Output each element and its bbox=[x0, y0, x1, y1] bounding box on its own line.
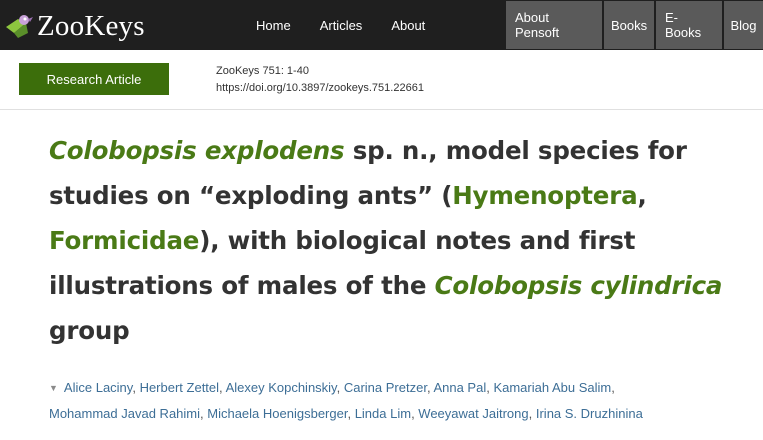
author-link[interactable]: Mohammad Javad Rahimi bbox=[49, 406, 200, 421]
title-family-link[interactable]: Formicidae bbox=[49, 226, 199, 255]
nav-ebooks-button[interactable]: E-Books bbox=[656, 1, 722, 49]
nav-about-pensoft-button[interactable]: About Pensoft bbox=[506, 1, 602, 49]
author-list: ▼ Alice Laciny, Herbert Zettel, Alexey Ko… bbox=[49, 375, 761, 426]
title-species-name: Colobopsis explodens bbox=[49, 136, 345, 165]
author-link[interactable]: Irina S. Druzhinina bbox=[536, 406, 643, 421]
zookeys-logo-icon bbox=[6, 15, 33, 38]
author-link[interactable]: Carina Pretzer bbox=[344, 380, 427, 395]
nav-about-link[interactable]: About bbox=[391, 18, 425, 33]
top-navigation-bar: ZooKeys Home Articles About About Pensof… bbox=[0, 0, 763, 50]
zookeys-logo[interactable]: ZooKeys bbox=[4, 6, 145, 46]
brand-name: ZooKeys bbox=[37, 9, 145, 42]
article-info-bar: Research Article ZooKeys 751: 1-40 https… bbox=[0, 50, 763, 110]
title-order-link[interactable]: Hymenoptera bbox=[452, 181, 637, 210]
article-title: Colobopsis explodens sp. n., model speci… bbox=[49, 128, 749, 353]
author-link[interactable]: Linda Lim bbox=[355, 406, 411, 421]
article-citation: ZooKeys 751: 1-40 bbox=[216, 65, 309, 77]
nav-home-link[interactable]: Home bbox=[256, 18, 291, 33]
nav-books-button[interactable]: Books bbox=[604, 1, 654, 49]
author-link[interactable]: Weeyawat Jaitrong bbox=[418, 406, 528, 421]
author-link[interactable]: Anna Pal bbox=[433, 380, 486, 395]
author-link[interactable]: Alexey Kopchinskiy bbox=[226, 380, 337, 395]
article-doi-link[interactable]: https://doi.org/10.3897/zookeys.751.2266… bbox=[216, 80, 424, 97]
secondary-nav: About Pensoft Books E-Books Blog bbox=[504, 1, 763, 49]
nav-blog-button[interactable]: Blog bbox=[724, 1, 763, 49]
author-link[interactable]: Kamariah Abu Salim bbox=[493, 380, 611, 395]
author-link[interactable]: Michaela Hoenigsberger bbox=[207, 406, 347, 421]
author-link[interactable]: Herbert Zettel bbox=[140, 380, 219, 395]
caret-down-icon[interactable]: ▼ bbox=[49, 376, 58, 401]
title-comma: , bbox=[637, 181, 647, 210]
article-meta: ZooKeys 751: 1-40 https://doi.org/10.389… bbox=[216, 63, 424, 97]
title-group-taxon: Colobopsis cylindrica bbox=[434, 271, 723, 300]
title-text-3: group bbox=[49, 316, 130, 345]
author-link[interactable]: Alice Laciny bbox=[64, 380, 132, 395]
nav-articles-link[interactable]: Articles bbox=[320, 18, 363, 33]
article-type-badge[interactable]: Research Article bbox=[19, 63, 169, 95]
main-nav: Home Articles About bbox=[256, 0, 454, 50]
